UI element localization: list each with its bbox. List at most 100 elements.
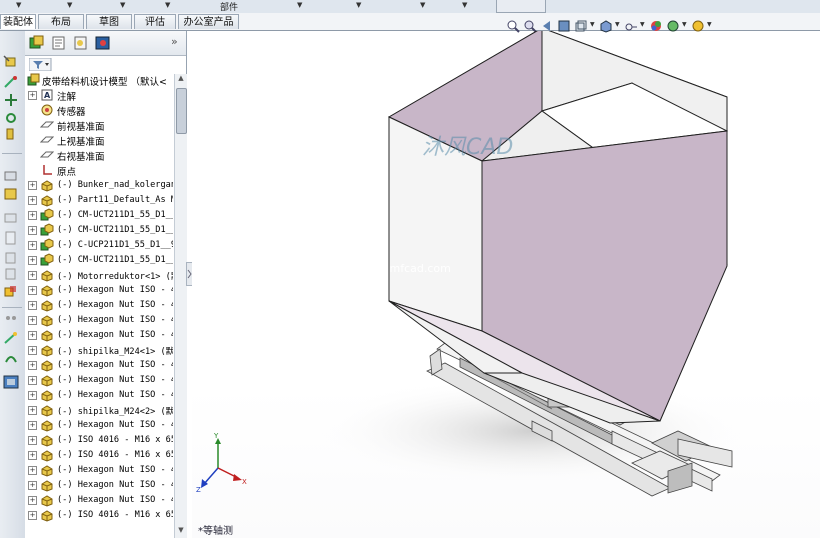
expand-toggle-icon[interactable]: + (28, 466, 37, 475)
dropdown-arrow-icon[interactable]: ▼ (420, 1, 425, 9)
expand-toggle-icon[interactable]: + (28, 286, 37, 295)
tab-evaluate[interactable]: 评估 (134, 14, 176, 29)
display-manager-tab-icon[interactable] (94, 35, 111, 51)
dropdown-arrow-icon[interactable]: ▼ (120, 1, 125, 9)
tree-scrollbar[interactable]: ▲ ▼ (174, 74, 187, 538)
tab-label: 装配体 (3, 17, 33, 28)
explode-line-sketch-icon[interactable] (3, 267, 19, 281)
expand-toggle-icon[interactable]: + (28, 316, 37, 325)
scroll-thumb[interactable] (176, 88, 187, 134)
dropdown-arrow-icon[interactable]: ▼ (297, 1, 302, 9)
expand-toggle-icon[interactable]: + (28, 481, 37, 490)
reference-geometry-icon[interactable] (3, 187, 19, 201)
part-icon (41, 345, 53, 357)
part-icon (41, 180, 53, 192)
tree-item-label: (-) Motorreduktor<1> (默 (57, 272, 173, 282)
expand-toggle-icon[interactable]: + (28, 331, 37, 340)
dropdown-arrow-icon[interactable]: ▼ (590, 21, 595, 28)
part-icon (41, 375, 53, 387)
tab-sketch[interactable]: 草图 (86, 14, 132, 29)
coordinate-triad: Y Z X (196, 432, 247, 494)
graphics-area[interactable]: ▼ ▼ ▼ ▼ ▼ Y Z X 沐风CAD www.mfcad.com *等轴测 (192, 20, 820, 538)
dropdown-arrow-icon[interactable]: ▼ (615, 21, 620, 28)
expand-toggle-icon[interactable]: + (28, 496, 37, 505)
expand-toggle-icon[interactable]: + (28, 91, 37, 100)
dropdown-arrow-icon[interactable]: ▼ (165, 1, 170, 9)
tree-item-label: 原点 (57, 167, 77, 178)
tree-item-label: 注解 (57, 92, 77, 103)
tab-label: 布局 (51, 17, 71, 28)
tree-item-label: (-) Hexagon Nut ISO - 4 (57, 285, 173, 295)
dropdown-arrow-icon[interactable]: ▼ (640, 21, 645, 28)
expand-toggle-icon[interactable]: + (28, 241, 37, 250)
expand-toggle-icon[interactable]: + (28, 391, 37, 400)
hole-alignment-icon[interactable] (3, 331, 19, 345)
dropdown-arrow-icon[interactable]: ▼ (462, 1, 467, 9)
part-icon (41, 270, 53, 282)
tree-item-label: (-) shipilka_M24<1> (默 (57, 347, 173, 357)
expand-toggle-icon[interactable]: + (28, 406, 37, 415)
expand-toggle-icon[interactable]: + (28, 211, 37, 220)
subassembly-icon (40, 253, 54, 266)
sensor-icon (41, 104, 53, 116)
exploded-view-icon[interactable] (3, 251, 19, 265)
dropdown-arrow-icon[interactable]: ▼ (707, 21, 712, 28)
tab-label: 办公室产品 (183, 17, 234, 28)
subassembly-icon (40, 208, 54, 221)
expand-toggle-icon[interactable]: + (28, 436, 37, 445)
expand-toggle-icon[interactable]: + (28, 511, 37, 520)
svg-text:Y: Y (213, 432, 219, 440)
model-3d-view[interactable]: Y Z X (192, 31, 820, 538)
dropdown-arrow-icon[interactable]: ▼ (682, 21, 687, 28)
tree-item-label: 传感器 (57, 107, 86, 118)
assembly-features-icon[interactable] (3, 169, 19, 183)
smart-fasteners-icon[interactable] (3, 127, 19, 141)
configuration-manager-tab-icon[interactable] (72, 35, 89, 51)
expand-toggle-icon[interactable]: + (28, 361, 37, 370)
expand-toggle-icon[interactable]: + (28, 181, 37, 190)
instant3d-icon[interactable] (3, 351, 19, 365)
expand-toggle-icon[interactable]: + (28, 451, 37, 460)
tree-item-label: (-) C-UCP211D1_55_D1__9 (57, 240, 173, 250)
parts-label[interactable]: 部件 (220, 0, 238, 13)
assembly-xpert-icon[interactable] (3, 375, 19, 389)
feature-manager-tab-icon[interactable] (28, 35, 45, 51)
clearance-verification-icon[interactable] (3, 311, 19, 325)
watermark-logo: 沐风CAD (422, 135, 514, 160)
dropdown-arrow-icon[interactable]: ▼ (67, 1, 72, 9)
scroll-up-icon[interactable]: ▲ (176, 74, 186, 86)
origin-icon (43, 165, 52, 175)
filter-icon[interactable] (29, 58, 181, 71)
expand-toggle-icon[interactable]: + (28, 421, 37, 430)
expand-toggle-icon[interactable]: + (28, 271, 37, 280)
dropdown-arrow-icon[interactable]: ▼ (16, 1, 21, 9)
expand-toggle-icon[interactable]: + (28, 346, 37, 355)
part-icon (41, 300, 53, 312)
property-manager-tab-icon[interactable] (50, 35, 67, 51)
expand-panel-icon[interactable]: » (171, 35, 178, 48)
bill-of-materials-icon[interactable] (3, 231, 19, 245)
feature-tree: 皮带给料机设计模型 （默认< + A 注解 传感器 前视基准面 上视基准面 右视基准面 原点 +… (25, 73, 173, 538)
panel-tabs: » (25, 31, 186, 56)
new-motion-study-icon[interactable] (3, 211, 19, 225)
scroll-down-icon[interactable]: ▼ (176, 526, 186, 538)
tab-assembly[interactable]: 装配体 (0, 14, 36, 29)
expand-toggle-icon[interactable]: + (28, 226, 37, 235)
dropdown-arrow-icon[interactable]: ▼ (356, 1, 361, 9)
expand-toggle-icon[interactable]: + (28, 376, 37, 385)
strip-divider (2, 307, 22, 308)
expand-toggle-icon[interactable]: + (28, 301, 37, 310)
interference-detection-icon[interactable] (3, 285, 19, 299)
plane-icon (40, 151, 54, 158)
tab-office-products[interactable]: 办公室产品 (178, 14, 239, 29)
tree-item-label: (-) ISO 4016 - M16 x 65 (57, 510, 173, 520)
move-component-icon[interactable] (3, 93, 19, 107)
mate-icon[interactable] (3, 75, 19, 89)
part-icon (41, 420, 53, 432)
expand-toggle-icon[interactable]: + (28, 256, 37, 265)
tab-label: 评估 (145, 17, 165, 28)
insert-component-icon[interactable] (3, 55, 19, 69)
expand-toggle-icon[interactable]: + (28, 196, 37, 205)
rotate-component-icon[interactable] (3, 111, 19, 125)
tab-layout[interactable]: 布局 (38, 14, 84, 29)
